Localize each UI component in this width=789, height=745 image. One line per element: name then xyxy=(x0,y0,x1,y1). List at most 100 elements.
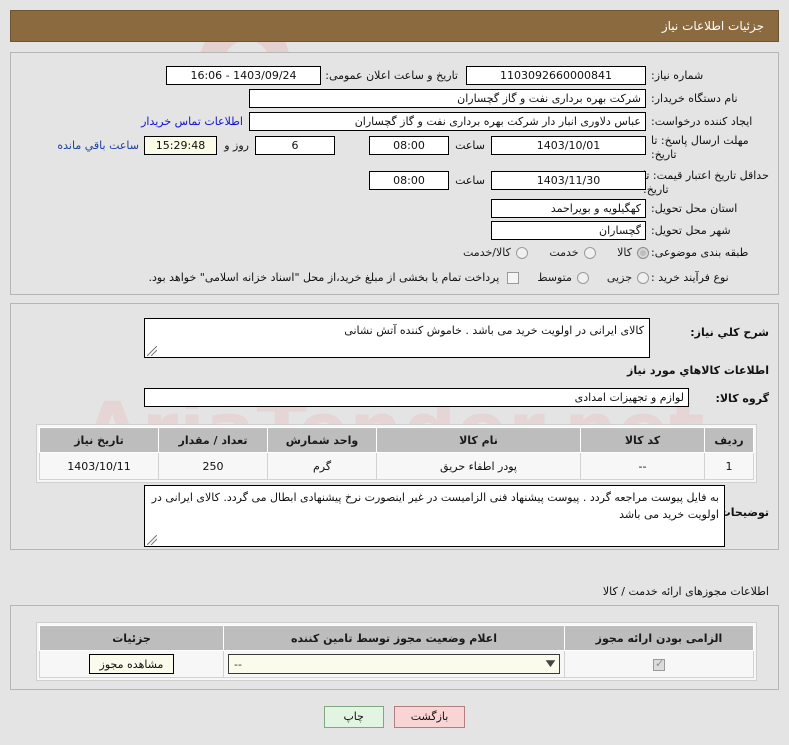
treasury-text: پرداخت تمام یا بخشی از مبلغ خرید،از محل … xyxy=(148,271,500,284)
deadline-row: مهلت ارسال پاسخ: تا تاریخ: xyxy=(651,134,769,162)
requester-label: ایجاد کننده درخواست: xyxy=(651,115,753,128)
buyer-contact-link[interactable]: اطلاعات تماس خریدار xyxy=(141,112,243,131)
category-label: طبقه بندی موضوعی: xyxy=(651,246,749,259)
permit-required-checkbox-icon xyxy=(653,657,665,671)
need-number-label: شماره نیاز: xyxy=(651,69,704,82)
buyer-org-row: نام دستگاه خریدار: xyxy=(651,89,769,108)
price-validity-time-input[interactable]: 08:00 xyxy=(369,171,449,190)
goods-table-header-row: ردیف کد کالا نام کالا واحد شمارش تعداد /… xyxy=(39,427,754,453)
process-options-group: جزیی متوسط پرداخت تمام یا بخشی از مبلغ خ… xyxy=(149,271,649,285)
deadline-time-input[interactable]: 08:00 xyxy=(369,136,449,155)
goods-cell-name: پودر اطفاء حریق xyxy=(376,452,581,480)
permit-status-select[interactable]: ▼ -- xyxy=(228,654,560,674)
permits-table-wrap: الزامی بودن ارائه مجوز اعلام وضعیت مجوز … xyxy=(36,622,757,681)
province-input[interactable]: کهگیلویه و بویراحمد xyxy=(491,199,646,218)
process-option-medium-label: متوسط xyxy=(537,271,572,284)
buyer-org-label: نام دستگاه خریدار: xyxy=(651,92,738,105)
goods-group-input[interactable]: لوازم و تجهیزات امدادی xyxy=(144,388,689,407)
category-option-service-label: خدمت xyxy=(549,246,579,259)
process-option-minor[interactable]: جزیی xyxy=(607,271,649,285)
permits-table-header-row: الزامی بودن ارائه مجوز اعلام وضعیت مجوز … xyxy=(39,625,754,651)
goods-cell-unit: گرم xyxy=(267,452,377,480)
resize-grip-icon[interactable] xyxy=(147,346,157,356)
footer-actions: بازگشت چاپ xyxy=(0,706,789,728)
radio-minor-icon[interactable] xyxy=(637,272,649,284)
category-option-goods-label: کالا xyxy=(617,246,632,259)
need-summary-label: شرح كلي نیاز: xyxy=(690,326,769,339)
view-permit-button[interactable]: مشاهده مجوز xyxy=(88,654,175,674)
goods-col-need-date: تاریخ نیاز xyxy=(39,427,159,453)
print-button[interactable]: چاپ xyxy=(323,706,384,728)
process-label: نوع فرآیند خرید : xyxy=(651,271,729,284)
clock-remaining-value: 15:29:48 xyxy=(144,136,217,155)
permits-section-title: اطلاعات مجوزهای ارائه خدمت / کالا xyxy=(602,585,769,598)
goods-section-title: اطلاعات كالاهاي مورد نیاز xyxy=(627,364,769,377)
city-input[interactable]: گچساران xyxy=(491,221,646,240)
category-row: طبقه بندی موضوعی: xyxy=(651,246,769,260)
city-label: شهر محل تحویل: xyxy=(651,224,731,237)
permits-col-status: اعلام وضعیت مجوز توسط تامین کننده xyxy=(223,625,565,651)
permits-cell-required xyxy=(564,650,754,678)
chevron-down-icon: ▼ xyxy=(545,659,556,669)
goods-cell-row: 1 xyxy=(704,452,754,480)
province-row: استان محل تحویل: xyxy=(651,199,769,218)
requester-input[interactable]: عباس دلاوری انبار دار شرکت بهره برداری ن… xyxy=(249,112,646,131)
permits-col-details: جزئیات xyxy=(39,625,224,651)
process-row: نوع فرآیند خرید : xyxy=(651,271,769,285)
page-title: جزئیات اطلاعات نیاز xyxy=(661,19,764,33)
permits-table: الزامی بودن ارائه مجوز اعلام وضعیت مجوز … xyxy=(39,625,754,678)
city-row: شهر محل تحویل: xyxy=(651,221,769,240)
radio-medium-icon[interactable] xyxy=(576,272,589,284)
goods-col-qty: تعداد / مقدار xyxy=(158,427,268,453)
need-summary-text: کالای ایرانی در اولویت خرید می باشد . خا… xyxy=(344,324,644,337)
goods-table-wrap: ردیف کد کالا نام کالا واحد شمارش تعداد /… xyxy=(36,424,757,483)
goods-col-name: نام کالا xyxy=(376,427,581,453)
announcement-datetime-input[interactable]: 1403/09/24 - 16:06 xyxy=(166,66,321,85)
buyer-org-input[interactable]: شرکت بهره برداری نفت و گاز گچساران xyxy=(249,89,646,108)
announcement-label: تاریخ و ساعت اعلان عمومی: xyxy=(325,69,458,82)
goods-col-row: ردیف xyxy=(704,427,754,453)
category-option-goods-service[interactable]: کالا/خدمت xyxy=(463,246,528,260)
table-row[interactable]: ▼ -- مشاهده مجوز xyxy=(39,650,754,678)
deadline-hour-label: ساعت xyxy=(455,139,485,152)
buyer-notes-textarea[interactable]: به فایل پیوست مراجعه گردد . پیوست پیشنها… xyxy=(144,485,725,547)
permits-cell-details: مشاهده مجوز xyxy=(39,650,224,678)
permit-status-value: -- xyxy=(234,657,242,671)
treasury-checkbox-group[interactable] xyxy=(507,272,520,284)
radio-service-icon[interactable] xyxy=(583,247,596,259)
deadline-label: مهلت ارسال پاسخ: تا تاریخ: xyxy=(651,134,749,161)
process-option-minor-label: جزیی xyxy=(606,271,632,284)
goods-cell-need-date: 1403/10/11 xyxy=(39,452,159,480)
back-button[interactable]: بازگشت xyxy=(393,706,466,728)
page-root: AriaTender.net جزئیات اطلاعات نیاز شماره… xyxy=(0,0,789,745)
price-validity-date-input[interactable]: 1403/11/30 xyxy=(491,171,646,190)
remaining-time-suffix: ساعت باقي مانده xyxy=(57,139,139,152)
requester-row: ایجاد کننده درخواست: xyxy=(651,112,769,131)
treasury-checkbox-icon[interactable] xyxy=(507,272,520,284)
permits-col-required: الزامی بودن ارائه مجوز xyxy=(564,625,754,651)
days-remaining-input: 6 xyxy=(255,136,335,155)
need-summary-textarea[interactable]: کالای ایرانی در اولویت خرید می باشد . خا… xyxy=(144,318,650,358)
need-number-input[interactable]: 1103092660000841 xyxy=(466,66,646,85)
price-validity-label: حداقل تاریخ اعتبار قیمت: تا تاریخ: xyxy=(643,169,769,196)
resize-grip-icon-2[interactable] xyxy=(147,535,157,545)
category-option-service[interactable]: خدمت xyxy=(549,246,596,260)
goods-table: ردیف کد کالا نام کالا واحد شمارش تعداد /… xyxy=(39,427,754,480)
goods-col-unit: واحد شمارش xyxy=(267,427,377,453)
province-label: استان محل تحویل: xyxy=(651,202,738,215)
category-options-group: کالا خدمت کالا/خدمت xyxy=(445,246,649,262)
category-option-goods[interactable]: کالا xyxy=(617,246,649,260)
goods-col-code: کد کالا xyxy=(580,427,705,453)
radio-goods-icon[interactable] xyxy=(637,247,649,259)
days-and-label: روز و xyxy=(224,139,249,152)
need-number-row: شماره نیاز: xyxy=(651,66,769,85)
table-row[interactable]: 1 -- پودر اطفاء حریق گرم 250 1403/10/11 xyxy=(39,452,754,480)
price-validity-hour-label: ساعت xyxy=(455,174,485,187)
radio-goods-service-icon[interactable] xyxy=(515,247,528,259)
process-option-medium[interactable]: متوسط xyxy=(537,271,589,285)
price-validity-row: حداقل تاریخ اعتبار قیمت: تا تاریخ: xyxy=(643,169,769,197)
deadline-date-input[interactable]: 1403/10/01 xyxy=(491,136,646,155)
window-header: جزئیات اطلاعات نیاز xyxy=(10,10,779,42)
goods-group-label: گروه کالا: xyxy=(715,392,769,405)
goods-cell-qty: 250 xyxy=(158,452,268,480)
